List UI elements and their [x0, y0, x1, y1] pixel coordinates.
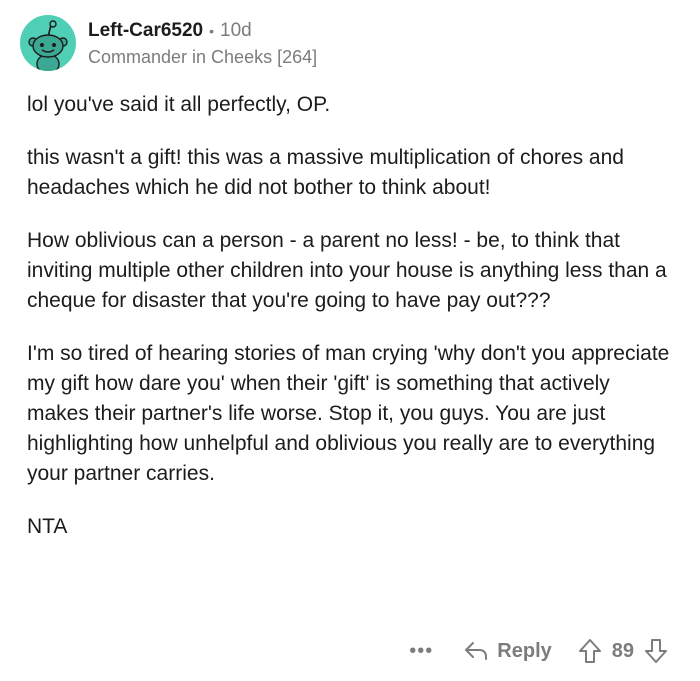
comment-header: Left-Car6520 • 10d Commander in Cheeks [… [20, 15, 317, 71]
comment-paragraph: I'm so tired of hearing stories of man c… [27, 342, 670, 485]
comment-paragraph: this wasn't a gift! this was a massive m… [27, 146, 624, 199]
reply-label: Reply [497, 639, 552, 662]
comment-paragraph: NTA [27, 515, 68, 538]
comment-age: 10d [220, 19, 252, 41]
more-options-button[interactable]: ••• [409, 640, 433, 663]
user-flair: Commander in Cheeks [264] [88, 46, 318, 67]
comment-actions: ••• Reply 89 [409, 638, 668, 664]
downvote-arrow-icon[interactable] [644, 638, 668, 664]
comment-body: lol you've said it all perfectly, OP. th… [27, 90, 677, 565]
avatar[interactable] [20, 15, 76, 71]
comment-meta: Left-Car6520 • 10d Commander in Cheeks [… [88, 19, 317, 68]
upvote-arrow-icon[interactable] [578, 638, 602, 664]
username-link[interactable]: Left-Car6520 [88, 19, 203, 43]
comment-paragraph: lol you've said it all perfectly, OP. [27, 93, 331, 116]
comment-paragraph: How oblivious can a person - a parent no… [27, 229, 667, 312]
reddit-snoo-avatar-icon [28, 20, 68, 71]
reply-button[interactable]: Reply [463, 639, 552, 663]
vote-count: 89 [611, 639, 634, 662]
meta-separator: • [209, 22, 215, 39]
comment-meta-top: Left-Car6520 • 10d [88, 19, 317, 43]
reply-arrow-icon [463, 640, 489, 662]
vote-controls: 89 [578, 638, 668, 664]
